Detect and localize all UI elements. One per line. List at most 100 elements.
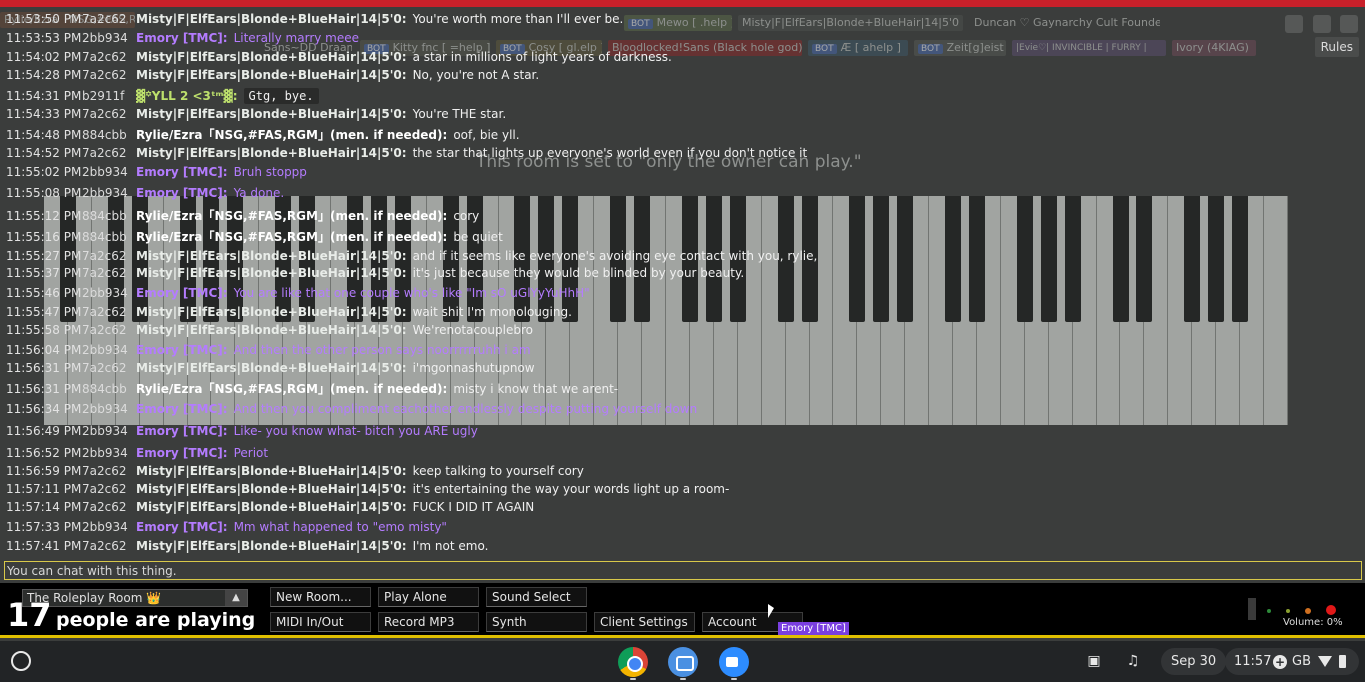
volume-slider[interactable] [1248,598,1256,620]
message-username[interactable]: Misty|F|ElfEars|Blonde+BlueHair|14|5'0: [136,500,407,514]
volume-label: Volume: 0% [1283,617,1343,628]
volume-dot [1326,605,1336,615]
chat-message: 11:55:58 PM7a2c62 Misty|F|ElfEars|Blonde+… [6,321,533,339]
piano-black-key[interactable] [1040,196,1057,322]
message-username[interactable]: Misty|F|ElfEars|Blonde+BlueHair|14|5'0: [136,146,407,160]
participant-tag[interactable]: BOT Zeit[g]eist [914,40,1006,56]
message-user-id: 7a2c62 [82,12,127,26]
message-user-id: 2bb934 [82,402,128,416]
message-time: 11:55:46 PM [6,286,82,300]
message-username[interactable]: Emory [TMC]: [136,446,228,460]
message-username[interactable]: ▓꙳YLL 2 <3ᵗᵐ▓: [136,89,238,103]
message-username[interactable]: Misty|F|ElfEars|Blonde+BlueHair|14|5'0: [136,323,407,337]
piano-black-key[interactable] [1064,196,1081,322]
message-username[interactable]: Rylie/Ezra「NSG,#FAS,RGM」(men. if needed)… [136,382,447,396]
message-time: 11:56:31 PM [6,382,82,396]
message-user-id: 7a2c62 [82,464,127,478]
piano-black-key[interactable] [1016,196,1033,322]
message-text: a star in millions of light years of dar… [412,50,672,64]
message-username[interactable]: Misty|F|ElfEars|Blonde+BlueHair|14|5'0: [136,482,407,496]
message-user-id: 2bb934 [82,186,128,200]
participant-tag[interactable]: BOT Mewo [ .help ] [624,15,732,31]
piano-black-key[interactable] [849,196,866,322]
participant-tag[interactable]: |Evie♡| INVINCIBLE | FURRY | [1012,40,1166,56]
message-time: 11:56:59 PM [6,464,82,478]
system-tray[interactable]: 11:57 + GB [1225,648,1359,675]
midi-button[interactable]: MIDI In/Out [270,612,371,632]
new-room-button[interactable]: New Room... [270,587,371,607]
play-alone-button[interactable]: Play Alone [378,587,479,607]
chat-message: 11:56:59 PM7a2c62 Misty|F|ElfEars|Blonde+… [6,462,584,480]
message-username[interactable]: Misty|F|ElfEars|Blonde+BlueHair|14|5'0: [136,361,407,375]
piano-black-key[interactable] [969,196,985,322]
message-username[interactable]: Emory [TMC]: [136,165,228,179]
message-text: Literally marry meee [233,31,360,45]
volume-dot [1286,609,1290,613]
launcher-icon[interactable] [11,651,31,671]
chrome-icon[interactable] [618,647,648,677]
participant-tag[interactable]: BOT Æ [ ahelp ] [808,40,908,56]
message-username[interactable]: Misty|F|ElfEars|Blonde+BlueHair|14|5'0: [136,107,407,121]
message-text: it's entertaining the way your words lig… [412,482,730,496]
chevron-up-icon[interactable]: ▲ [225,590,247,606]
message-username[interactable]: Emory [TMC]: [136,186,228,200]
participant-tag[interactable]: Ivory (4KIAG) [1172,40,1256,56]
record-indicator-icon[interactable] [1285,15,1303,33]
message-username[interactable]: Misty|F|ElfEars|Blonde+BlueHair|14|5'0: [136,12,407,26]
app-running-indicator [680,678,686,680]
message-user-id: 7a2c62 [82,539,127,553]
message-text: FUCK I DID IT AGAIN [412,500,535,514]
record-mp3-button[interactable]: Record MP3 [378,612,479,632]
chat-message: 11:54:02 PM7a2c62 Misty|F|ElfEars|Blonde+… [6,48,672,66]
message-username[interactable]: Emory [TMC]: [136,343,228,357]
message-time: 11:55:47 PM [6,305,82,319]
chat-toggle-icon[interactable] [1313,15,1331,33]
message-time: 11:57:11 PM [6,482,82,496]
message-username[interactable]: Emory [TMC]: [136,402,228,416]
piano-white-key[interactable] [1264,196,1288,425]
synth-button[interactable]: Synth [486,612,587,632]
message-username[interactable]: Rylie/Ezra「NSG,#FAS,RGM」(men. if needed)… [136,128,447,142]
room-select[interactable]: The Roleplay Room 👑 ▲ [22,589,248,607]
media-controls-icon[interactable]: ♫ [1123,651,1143,671]
message-username[interactable]: Emory [TMC]: [136,520,228,534]
piano-black-key[interactable] [873,196,890,322]
participant-tag[interactable]: Duncan ♡ Gaynarchy Cult Founder ♡ [970,15,1160,31]
piano-black-key[interactable] [1112,196,1129,322]
client-settings-button[interactable]: Client Settings [594,612,695,632]
message-username[interactable]: Emory [TMC]: [136,31,228,45]
piano-black-key[interactable] [1184,196,1201,322]
message-username[interactable]: Emory [TMC]: [136,424,228,438]
os-taskbar: ▣ ♫ Sep 30 11:57 + GB [0,641,1365,682]
message-username[interactable]: Misty|F|ElfEars|Blonde+BlueHair|14|5'0: [136,464,407,478]
zoom-icon[interactable] [719,647,749,677]
piano-black-key[interactable] [897,196,914,322]
message-time: 11:54:02 PM [6,50,82,64]
message-text: be quiet [453,230,503,244]
screenshot-icon[interactable] [668,647,698,677]
message-username[interactable]: Misty|F|ElfEars|Blonde+BlueHair|14|5'0: [136,249,407,263]
message-username[interactable]: Misty|F|ElfEars|Blonde+BlueHair|14|5'0: [136,68,407,82]
message-time: 11:54:48 PM [6,128,82,142]
piano-black-key[interactable] [945,196,962,322]
message-username[interactable]: Rylie/Ezra「NSG,#FAS,RGM」(men. if needed)… [136,209,447,223]
piano-black-key[interactable] [1208,196,1225,322]
piano-black-key[interactable] [1136,196,1153,322]
message-username[interactable]: Rylie/Ezra「NSG,#FAS,RGM」(men. if needed)… [136,230,447,244]
fullscreen-icon[interactable] [1340,15,1358,33]
message-username[interactable]: Misty|F|ElfEars|Blonde+BlueHair|14|5'0: [136,305,407,319]
message-username[interactable]: Misty|F|ElfEars|Blonde+BlueHair|14|5'0: [136,266,407,280]
chat-input[interactable] [4,561,1362,580]
message-username[interactable]: Misty|F|ElfEars|Blonde+BlueHair|14|5'0: [136,50,407,64]
sound-select-button[interactable]: Sound Select [486,587,587,607]
user-cursor-tag: Emory [TMC] [778,622,849,635]
participant-tag[interactable]: Misty|F|ElfEars|Blonde+BlueHair|14|5'0 [738,15,963,31]
tote-icon[interactable]: ▣ [1084,651,1104,671]
piano-black-key[interactable] [1232,196,1249,322]
date-display[interactable]: Sep 30 [1161,648,1227,675]
battery-icon [1339,655,1346,668]
message-username[interactable]: Misty|F|ElfEars|Blonde+BlueHair|14|5'0: [136,539,407,553]
rules-button[interactable]: Rules [1314,37,1359,57]
message-username[interactable]: Emory [TMC]: [136,286,228,300]
message-text: You're THE star. [412,107,507,121]
